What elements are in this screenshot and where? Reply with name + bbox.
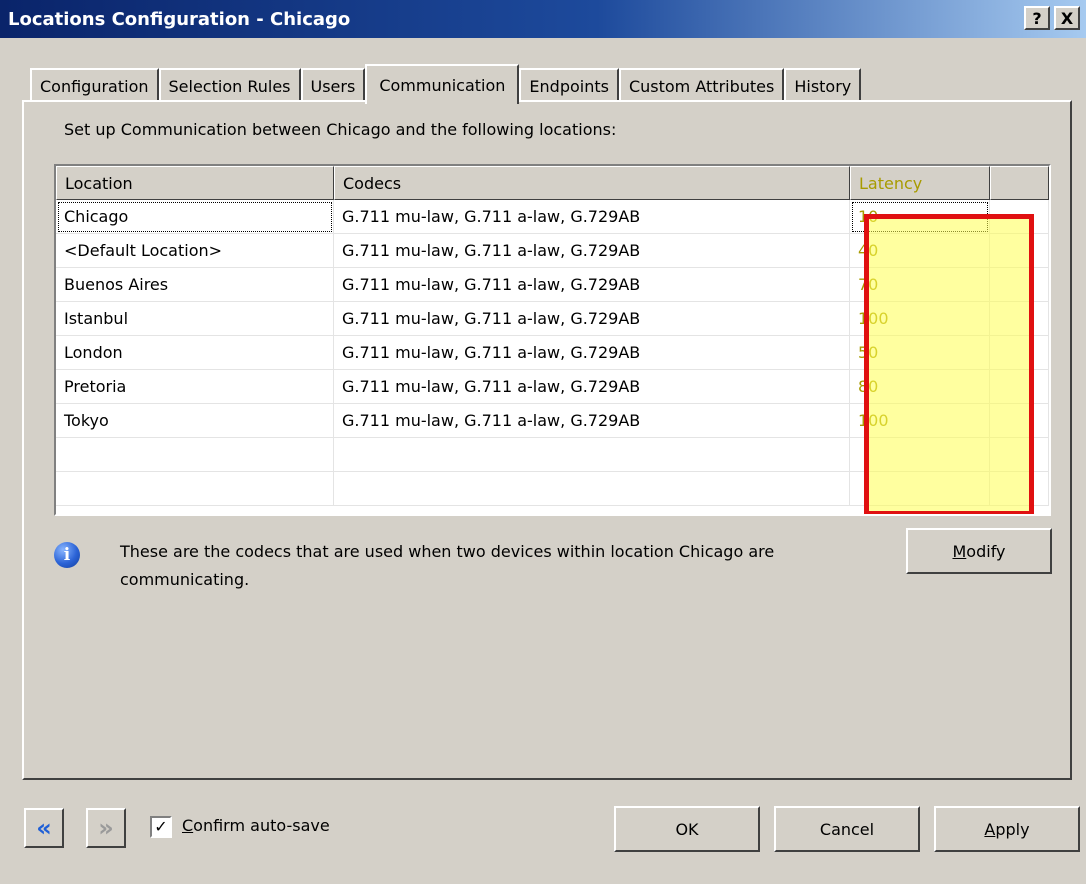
list-header: Location Codecs Latency [56,166,1049,200]
column-header-latency[interactable]: Latency [850,166,990,200]
column-header-location[interactable]: Location [56,166,334,200]
cell-latency: 100 [850,404,990,438]
cell-empty [990,234,1049,268]
cell-empty [334,472,850,506]
cell-location: Istanbul [56,302,334,336]
modify-accelerator: M [952,541,967,561]
confirm-label-rest: onfirm auto-save [193,816,330,835]
cell-latency: 10 [850,200,990,234]
table-row[interactable]: Istanbul G.711 mu-law, G.711 a-law, G.72… [56,302,1049,336]
tab-custom-attributes[interactable]: Custom Attributes [618,68,785,102]
cell-empty [990,404,1049,438]
double-left-arrow-icon: « [36,814,52,842]
cell-codecs: G.711 mu-law, G.711 a-law, G.729AB [334,234,850,268]
cell-empty [990,336,1049,370]
table-row[interactable]: Buenos Aires G.711 mu-law, G.711 a-law, … [56,268,1049,302]
cell-latency: 50 [850,336,990,370]
cell-codecs: G.711 mu-law, G.711 a-law, G.729AB [334,200,850,234]
apply-accelerator: A [984,819,996,839]
help-button[interactable]: ? [1024,6,1050,30]
checkmark-icon: ✓ [154,817,168,836]
title-bar: Locations Configuration - Chicago ? X [0,0,1086,38]
cell-location: <Default Location> [56,234,334,268]
window-title: Locations Configuration - Chicago [8,8,351,30]
cell-codecs: G.711 mu-law, G.711 a-law, G.729AB [334,370,850,404]
tab-configuration[interactable]: Configuration [30,68,159,102]
cell-latency: 80 [850,370,990,404]
cell-empty [990,472,1049,506]
cell-empty [990,268,1049,302]
confirm-auto-save-checkbox[interactable]: ✓ [150,816,172,838]
intro-text: Set up Communication between Chicago and… [64,120,617,139]
table-row[interactable]: London G.711 mu-law, G.711 a-law, G.729A… [56,336,1049,370]
tab-strip: Configuration Selection Rules Users Comm… [30,64,862,104]
cell-empty [56,472,334,506]
cell-latency: 40 [850,234,990,268]
cell-empty [56,438,334,472]
modify-label: odify [966,541,1006,561]
cell-location: London [56,336,334,370]
empty-row [56,438,1049,472]
tab-users[interactable]: Users [300,68,366,102]
forward-arrow-button[interactable]: » [86,808,126,848]
confirm-accelerator: C [182,816,194,835]
cell-codecs: G.711 mu-law, G.711 a-law, G.729AB [334,336,850,370]
tab-selection-rules[interactable]: Selection Rules [158,68,301,102]
column-header-codecs[interactable]: Codecs [334,166,850,200]
back-arrow-button[interactable]: « [24,808,64,848]
table-row[interactable]: <Default Location> G.711 mu-law, G.711 a… [56,234,1049,268]
info-text: These are the codecs that are used when … [120,542,775,589]
cell-empty [334,438,850,472]
cell-codecs: G.711 mu-law, G.711 a-law, G.729AB [334,302,850,336]
cell-empty [990,438,1049,472]
table-row[interactable]: Chicago G.711 mu-law, G.711 a-law, G.729… [56,200,1049,234]
locations-list[interactable]: Location Codecs Latency Chicago G.711 mu… [54,164,1051,516]
cell-empty [990,200,1049,234]
confirm-auto-save-label[interactable]: Confirm auto-save [182,816,330,835]
cell-codecs: G.711 mu-law, G.711 a-law, G.729AB [334,268,850,302]
cancel-button[interactable]: Cancel [774,806,920,852]
modify-button[interactable]: Modify [906,528,1052,574]
cell-empty [990,302,1049,336]
cell-location: Pretoria [56,370,334,404]
cell-latency: 70 [850,268,990,302]
cell-location: Tokyo [56,404,334,438]
cell-empty [990,370,1049,404]
cell-empty [850,472,990,506]
cell-latency: 100 [850,302,990,336]
cell-location: Chicago [56,200,334,234]
cell-codecs: G.711 mu-law, G.711 a-law, G.729AB [334,404,850,438]
cell-empty [850,438,990,472]
tab-history[interactable]: History [784,68,862,102]
table-row[interactable]: Tokyo G.711 mu-law, G.711 a-law, G.729AB… [56,404,1049,438]
apply-label-rest: pply [995,819,1030,839]
column-header-filler [990,166,1049,200]
empty-row [56,472,1049,506]
close-button[interactable]: X [1054,6,1080,30]
tab-endpoints[interactable]: Endpoints [519,68,619,102]
cell-location: Buenos Aires [56,268,334,302]
apply-button[interactable]: Apply [934,806,1080,852]
table-row[interactable]: Pretoria G.711 mu-law, G.711 a-law, G.72… [56,370,1049,404]
double-right-arrow-icon: » [98,814,114,842]
info-icon: i [54,542,80,568]
tab-communication[interactable]: Communication [365,64,520,104]
communication-panel: Set up Communication between Chicago and… [22,100,1072,780]
ok-button[interactable]: OK [614,806,760,852]
